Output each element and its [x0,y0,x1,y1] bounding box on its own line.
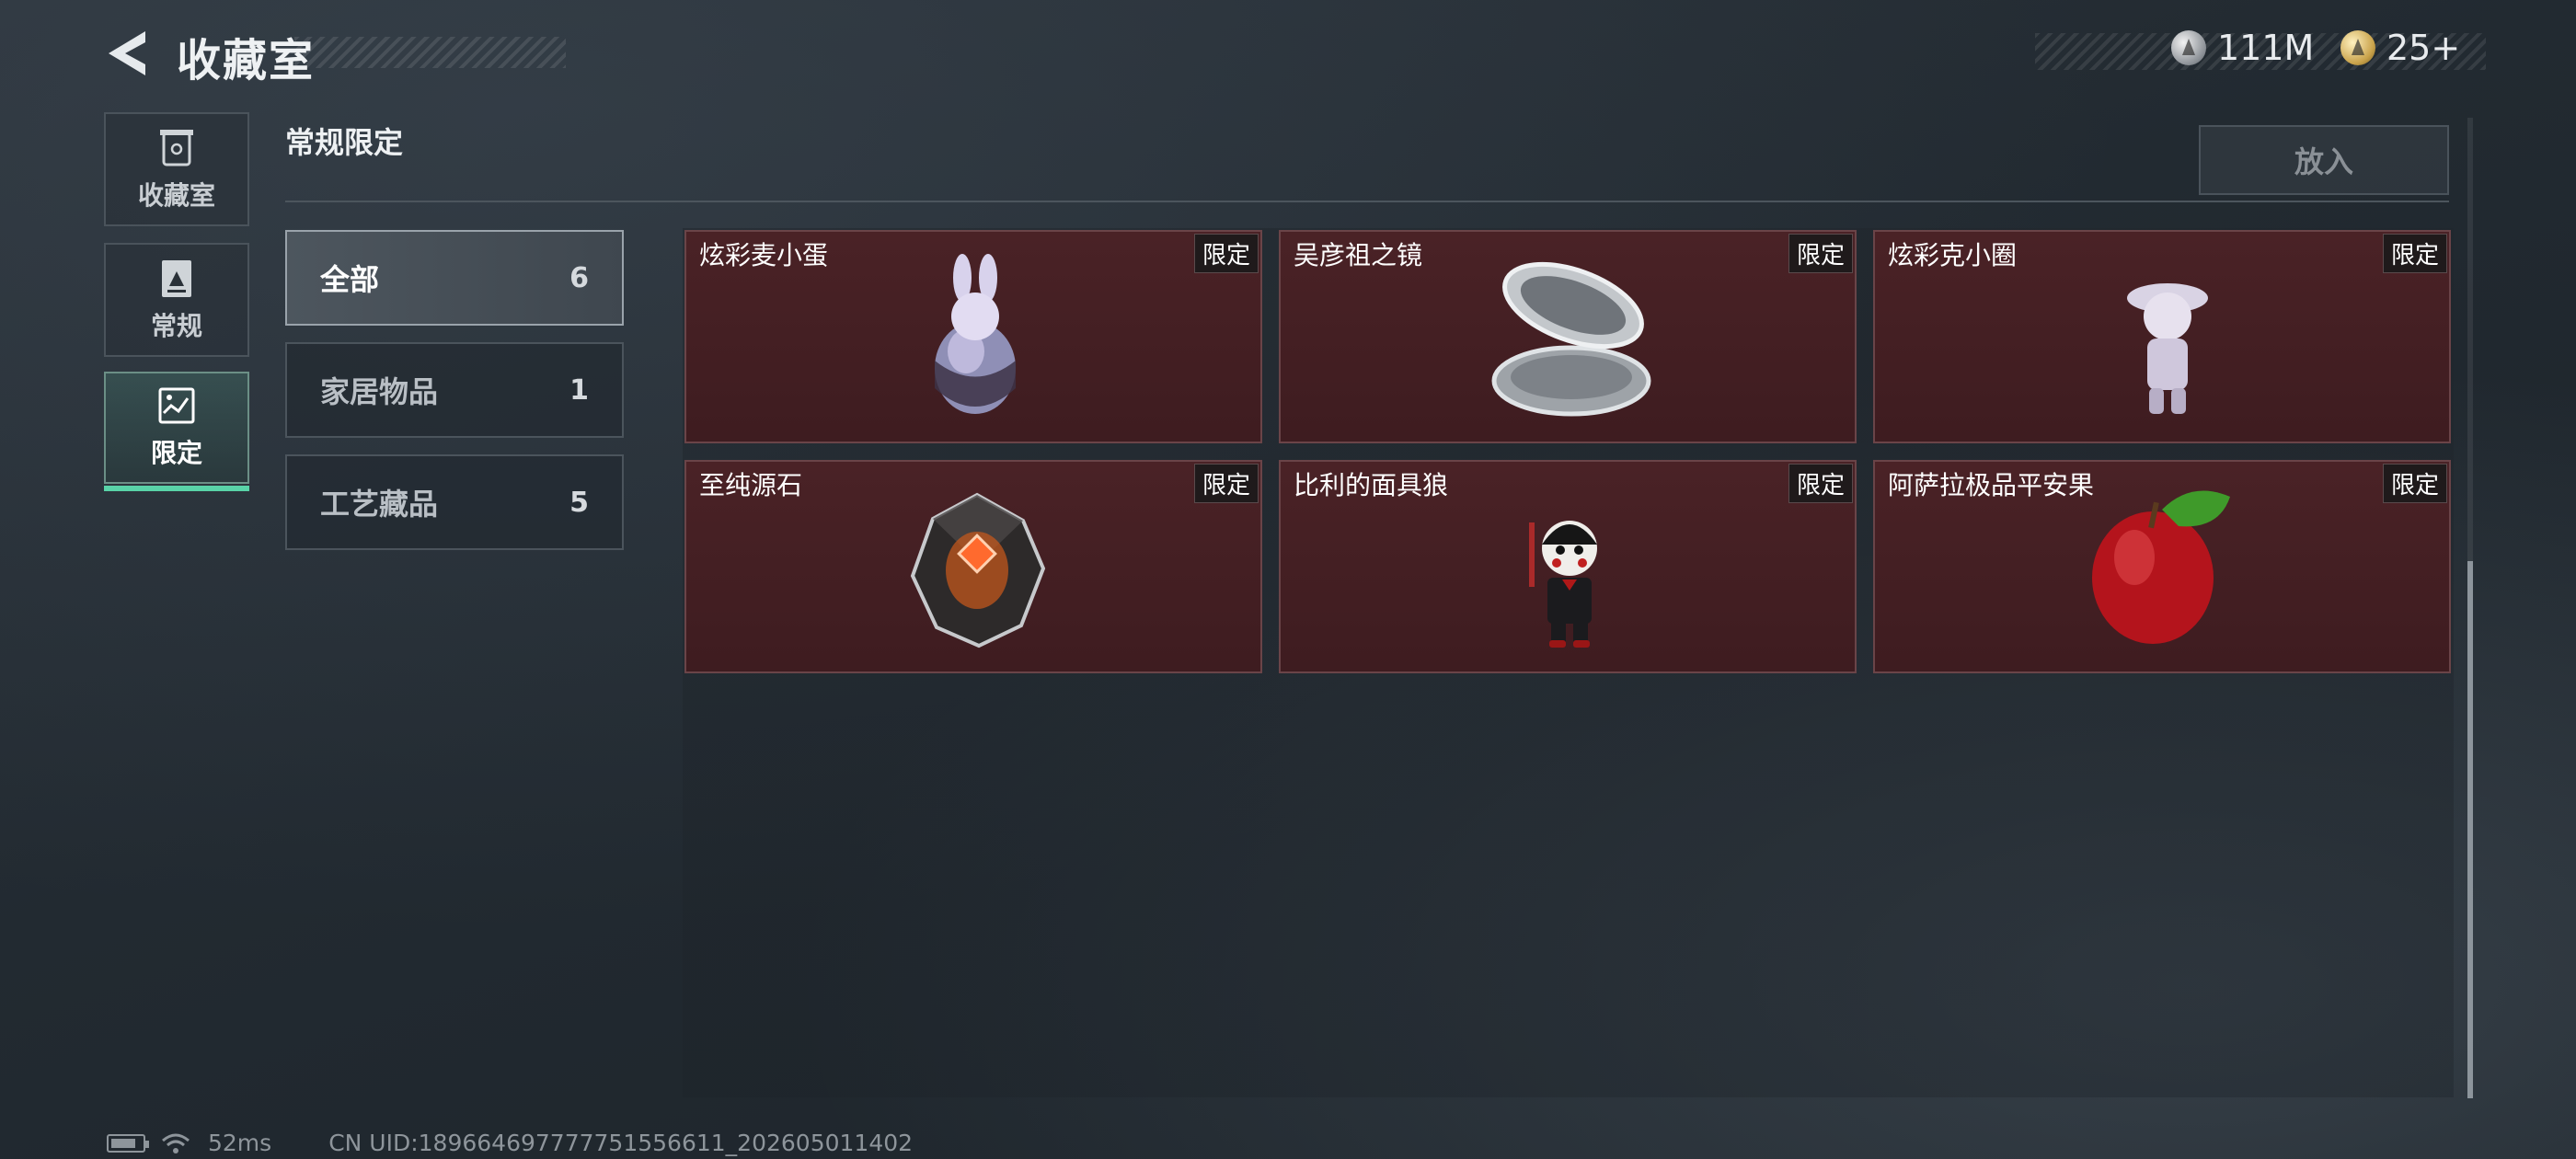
battery-icon [107,1133,149,1153]
currency-silver-value: 111M [2217,28,2315,68]
item-name: 比利的面具狼 [1294,470,1449,500]
page-title: 收藏室 [177,35,316,86]
section-title: 常规限定 [285,125,404,160]
item-name: 阿萨拉极品平安果 [1888,470,2095,500]
nav-item-label: 收藏室 [137,180,215,211]
image-icon [158,387,195,424]
item-card[interactable]: 至纯源石 限定 [684,460,1262,673]
category-count: 1 [569,373,589,407]
ping-value: 52ms [208,1130,272,1156]
put-in-button[interactable]: 放入 [2199,125,2449,195]
wifi-icon [162,1133,190,1153]
uid-text: CN UID:189664697777751556611_20260501140… [328,1130,914,1156]
limited-badge: 限定 [1193,464,1259,503]
category-household[interactable]: 家居物品 1 [285,342,624,438]
limited-badge: 限定 [2382,464,2447,503]
scrollbar-thumb[interactable] [2467,561,2473,1098]
item-card[interactable]: 阿萨拉极品平安果 限定 [1873,460,2451,673]
item-card[interactable]: 比利的面具狼 限定 [1279,460,1857,673]
nav-item-label: 限定 [150,438,202,468]
item-name: 至纯源石 [699,470,803,500]
back-button[interactable] [103,28,158,79]
category-count: 5 [569,486,589,519]
trash-bin-icon [160,130,193,166]
nav-item-regular[interactable]: 常规 [104,243,249,357]
currency-silver[interactable]: 111M [2171,28,2314,68]
status-footer: 52ms CN UID:189664697777751556611_202605… [107,1130,913,1156]
gold-coin-icon [2340,30,2375,65]
category-all[interactable]: 全部 6 [285,230,624,326]
limited-badge: 限定 [1788,464,1853,503]
item-card[interactable]: 炫彩克小圈 限定 [1873,230,2451,443]
category-name: 全部 [320,262,380,297]
silver-coin-icon [2171,30,2206,65]
back-arrow-icon [109,31,145,75]
divider [285,201,2449,202]
item-name: 炫彩克小圈 [1888,240,2018,270]
limited-badge: 限定 [1788,234,1853,273]
item-name: 吴彦祖之镜 [1294,240,1423,270]
category-name: 家居物品 [320,374,439,409]
item-card[interactable]: 吴彦祖之镜 限定 [1279,230,1857,443]
nav-item-collection[interactable]: 收藏室 [104,112,249,226]
nav-item-label: 常规 [150,311,202,341]
nav-item-limited[interactable]: 限定 [104,372,249,491]
item-card[interactable]: 炫彩麦小蛋 限定 [684,230,1262,443]
item-name: 炫彩麦小蛋 [699,240,829,270]
category-crafts[interactable]: 工艺藏品 5 [285,454,624,550]
limited-badge: 限定 [1193,234,1259,273]
document-icon [162,260,191,297]
category-count: 6 [569,261,589,294]
limited-badge: 限定 [2382,234,2447,273]
category-name: 工艺藏品 [320,487,439,522]
currency-gold-value: 25+ [2386,28,2461,68]
title-decoration [294,37,566,68]
currency-gold[interactable]: 25+ [2340,28,2460,68]
